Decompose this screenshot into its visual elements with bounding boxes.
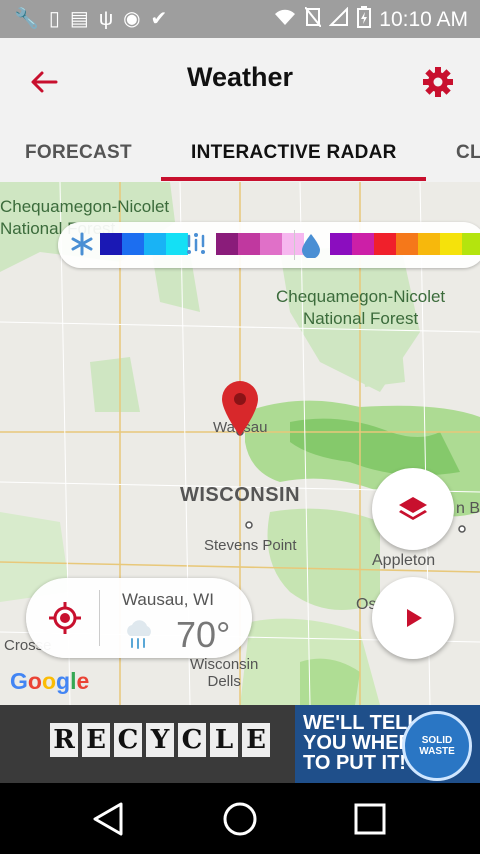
signal-icon	[328, 6, 349, 32]
snowflake-icon	[71, 232, 93, 256]
ad-letter-tile: C	[178, 723, 206, 757]
current-weather-card[interactable]: Wausau, WI 70°	[26, 578, 252, 658]
play-animation-button[interactable]	[372, 577, 454, 659]
storage-100-icon: ▤	[69, 8, 89, 30]
ad-letter-tile: R	[50, 723, 78, 757]
active-tab-indicator	[161, 177, 426, 181]
status-icons-right: 10:10 AM	[273, 6, 468, 33]
snow-swatch	[144, 233, 166, 255]
ad-letter-tile: C	[114, 723, 142, 757]
layers-button[interactable]	[372, 468, 454, 550]
map-label-green-bay: n B	[456, 500, 480, 517]
status-time: 10:10 AM	[379, 7, 468, 31]
legend-mix-colors	[216, 233, 304, 255]
my-location-icon	[49, 602, 81, 634]
ad-letter-tile: E	[82, 723, 110, 757]
layers-icon	[399, 497, 427, 520]
status-icons-left: 🔧 ▯ ▤ ψ ◉ ✔	[14, 6, 167, 32]
legend-snow-colors	[100, 233, 188, 255]
settings-button[interactable]	[418, 62, 458, 102]
flashlight-icon: ▯	[48, 8, 60, 30]
rain-cloud-icon	[127, 620, 151, 649]
play-icon	[407, 609, 422, 627]
tab-interactive-radar[interactable]: INTERACTIVE RADAR	[191, 142, 397, 164]
tab-forecast[interactable]: FORECAST	[25, 142, 132, 164]
card-divider	[99, 590, 100, 646]
weather-location: Wausau, WI	[122, 590, 214, 609]
legend-rain-colors	[330, 233, 480, 255]
tab-climate[interactable]: CL	[456, 142, 480, 164]
rain-swatch	[374, 233, 396, 255]
mixed-precip-icon	[187, 233, 205, 254]
radar-legend	[58, 222, 480, 268]
wifi-icon	[273, 7, 297, 32]
nav-back-icon	[93, 802, 123, 836]
my-location-button[interactable]	[40, 593, 90, 643]
wrench-icon: 🔧	[14, 8, 39, 30]
map-label-state: WISCONSIN	[180, 484, 301, 506]
mix-swatch	[238, 233, 260, 255]
ad-letter-tile: E	[242, 723, 270, 757]
rain-swatch	[330, 233, 352, 255]
map-pin-icon[interactable]	[220, 380, 260, 438]
ad-recycle-word: RECYCLE	[50, 723, 270, 757]
google-logo: Google	[10, 668, 90, 694]
status-bar: 🔧 ▯ ▤ ψ ◉ ✔ 10:10 AM	[0, 0, 480, 38]
page-title: Weather	[186, 62, 294, 92]
usb-icon: ψ	[98, 8, 114, 30]
system-nav-bar	[0, 783, 480, 854]
ad-letter-tile: L	[210, 723, 238, 757]
mix-swatch	[216, 233, 238, 255]
ad-recycle-image: RECYCLE	[0, 705, 295, 783]
radar-map[interactable]: Chequamegon-Nicolet National Forest Cheq…	[0, 182, 480, 705]
map-label-stevens-point: Stevens Point	[204, 537, 297, 554]
nav-back-button[interactable]	[86, 797, 130, 841]
check-icon: ✔	[150, 8, 168, 30]
snow-swatch	[100, 233, 122, 255]
no-sim-icon	[304, 6, 323, 32]
nav-recents-button[interactable]	[348, 797, 392, 841]
nav-recents-icon	[354, 803, 386, 835]
gear-icon	[423, 67, 453, 97]
android-debug-icon: ◉	[123, 8, 141, 30]
snow-swatch	[122, 233, 144, 255]
rain-swatch	[352, 233, 374, 255]
app-bar: Weather	[0, 38, 480, 124]
rain-swatch	[462, 233, 480, 255]
ad-message-panel: WE'LL TELL YOU WHERE TO PUT IT! SOLID WA…	[295, 705, 480, 783]
map-label-forest-2: Chequamegon-Nicolet National Forest	[276, 287, 446, 328]
map-label-wisconsin-dells: Wisconsin Dells	[190, 656, 259, 690]
ad-letter-tile: Y	[146, 723, 174, 757]
ad-solid-waste-seal: SOLID WASTE	[402, 711, 472, 781]
nav-home-icon	[223, 802, 257, 836]
mix-swatch	[260, 233, 282, 255]
rain-swatch	[440, 233, 462, 255]
tab-bar: FORECAST INTERACTIVE RADAR CL	[0, 124, 480, 183]
nav-home-button[interactable]	[218, 797, 262, 841]
battery-charging-icon	[357, 6, 372, 33]
rain-swatch	[396, 233, 418, 255]
rain-swatch	[418, 233, 440, 255]
raindrop-icon	[302, 234, 320, 258]
ad-banner[interactable]: RECYCLE WE'LL TELL YOU WHERE TO PUT IT! …	[0, 705, 480, 783]
weather-temperature: 70°	[176, 614, 231, 655]
map-label-appleton: Appleton	[372, 552, 436, 569]
